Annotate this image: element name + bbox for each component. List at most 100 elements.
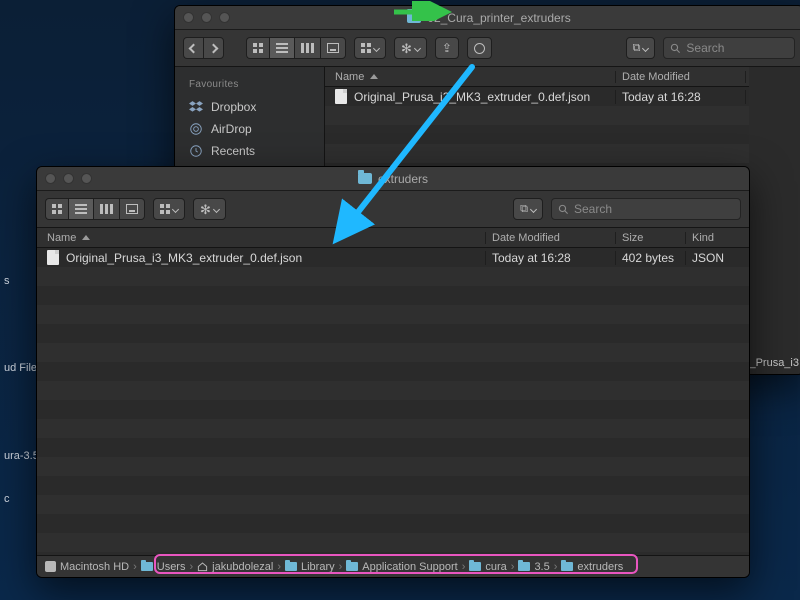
share-icon: ⇪ — [442, 42, 452, 54]
column-date[interactable]: Date Modified — [615, 71, 745, 83]
view-switcher[interactable] — [45, 198, 145, 220]
pathbar-crumb[interactable]: Users — [141, 561, 186, 573]
view-gallery-button[interactable] — [320, 37, 346, 59]
action-button[interactable]: ✻ — [193, 198, 226, 220]
dropbox-icon — [189, 100, 203, 114]
finder-window-destination: extruders ✻ ⧉ Search Name Date Modified … — [36, 166, 750, 578]
nav-buttons[interactable] — [183, 37, 224, 59]
search-placeholder: Search — [686, 41, 724, 55]
action-button[interactable]: ✻ — [394, 37, 427, 59]
sidebar-item-recents[interactable]: Recents — [175, 140, 324, 162]
column-date[interactable]: Date Modified — [485, 232, 615, 244]
pathbar-crumb[interactable]: jakubdolezal — [197, 561, 273, 573]
view-switcher[interactable] — [246, 37, 346, 59]
pathbar-crumb[interactable]: Application Support — [346, 561, 457, 573]
search-icon — [670, 43, 681, 54]
view-icon-button[interactable] — [45, 198, 68, 220]
sort-asc-icon — [370, 74, 378, 79]
folder-icon — [346, 562, 358, 571]
tags-button[interactable] — [467, 37, 492, 59]
zoom-icon[interactable] — [219, 12, 230, 23]
share-button[interactable]: ⇪ — [435, 37, 459, 59]
titlebar[interactable]: extruders — [37, 167, 749, 191]
column-name[interactable]: Name — [325, 71, 615, 83]
window-controls[interactable] — [183, 12, 230, 23]
folder-icon — [561, 562, 573, 571]
path-bar[interactable]: Macintosh HD › Users › jakubdolezal › Li… — [37, 555, 749, 577]
file-date: Today at 16:28 — [485, 251, 615, 265]
gear-icon: ✻ — [200, 203, 211, 216]
gear-icon: ✻ — [401, 42, 412, 55]
view-column-button[interactable] — [93, 198, 119, 220]
window-controls[interactable] — [45, 173, 92, 184]
tag-icon — [474, 43, 485, 54]
window-title: extruders — [378, 172, 428, 186]
table-row[interactable]: Original_Prusa_i3_MK3_extruder_0.def.jso… — [37, 248, 749, 267]
window-title: 02_Cura_printer_extruders — [427, 11, 570, 25]
folder-icon — [285, 562, 297, 571]
chevron-right-icon: › — [277, 561, 281, 573]
chevron-right-icon: › — [339, 561, 343, 573]
minimize-icon[interactable] — [201, 12, 212, 23]
folder-icon — [518, 562, 530, 571]
titlebar[interactable]: 02_Cura_printer_extruders — [175, 6, 800, 30]
column-kind[interactable]: Kind — [685, 232, 749, 244]
sidebar-item-airdrop[interactable]: AirDrop — [175, 118, 324, 140]
pathbar-crumb[interactable]: Library — [285, 561, 335, 573]
column-size[interactable]: Size — [615, 232, 685, 244]
chevron-right-icon: › — [462, 561, 466, 573]
zoom-icon[interactable] — [81, 173, 92, 184]
file-name: Original_Prusa_i3_MK3_extruder_0.def.jso… — [66, 251, 302, 265]
back-button[interactable] — [183, 37, 203, 59]
airdrop-icon — [189, 122, 203, 136]
view-column-button[interactable] — [294, 37, 320, 59]
folder-icon — [469, 562, 481, 571]
chevron-right-icon: › — [554, 561, 558, 573]
pathbar-crumb[interactable]: cura — [469, 561, 506, 573]
forward-button[interactable] — [203, 37, 224, 59]
minimize-icon[interactable] — [63, 173, 74, 184]
file-kind: JSON — [685, 251, 749, 265]
file-size: 402 bytes — [615, 251, 685, 265]
file-date: Today at 16:28 — [615, 90, 745, 104]
file-list: Original_Prusa_i3_MK3_extruder_0.def.jso… — [37, 248, 749, 555]
home-icon — [197, 561, 208, 572]
pathbar-crumb[interactable]: extruders — [561, 561, 623, 573]
file-name: Original_Prusa_i3_MK3_extruder_0.def.jso… — [354, 90, 590, 104]
desktop-frag: c — [0, 493, 10, 505]
view-icon-button[interactable] — [246, 37, 269, 59]
column-header-row[interactable]: Name Date Modified Size — [325, 67, 800, 87]
pathbar-crumb[interactable]: 3.5 — [518, 561, 549, 573]
column-name[interactable]: Name — [37, 232, 485, 244]
toolbar: ✻ ⇪ ⧉ Search — [175, 30, 800, 67]
sidebar-item-label: AirDrop — [211, 122, 252, 136]
table-row[interactable]: Original_Prusa_i3_MK3_extruder_0.def.jso… — [325, 87, 800, 106]
view-list-button[interactable] — [269, 37, 294, 59]
search-input[interactable]: Search — [551, 198, 741, 220]
peek-filename: _Prusa_i3 — [749, 357, 799, 369]
column-header-row[interactable]: Name Date Modified Size Kind — [37, 228, 749, 248]
view-gallery-button[interactable] — [119, 198, 145, 220]
dropbox-button[interactable]: ⧉ — [626, 37, 656, 59]
sidebar-heading: Favourites — [175, 75, 324, 96]
view-list-button[interactable] — [68, 198, 93, 220]
sidebar-item-label: Recents — [211, 144, 255, 158]
file-icon — [47, 250, 59, 265]
toolbar: ✻ ⧉ Search — [37, 191, 749, 228]
file-icon — [335, 89, 347, 104]
sort-asc-icon — [82, 235, 90, 240]
desktop-frag: s — [0, 275, 10, 287]
group-button[interactable] — [153, 198, 185, 220]
close-icon[interactable] — [183, 12, 194, 23]
dropbox-button[interactable]: ⧉ — [513, 198, 543, 220]
dropbox-icon: ⧉ — [633, 43, 641, 54]
sidebar-item-dropbox[interactable]: Dropbox — [175, 96, 324, 118]
folder-icon — [407, 12, 421, 23]
search-placeholder: Search — [574, 202, 612, 216]
search-input[interactable]: Search — [663, 37, 795, 59]
close-icon[interactable] — [45, 173, 56, 184]
back-window-peek: _Prusa_i3 — [749, 67, 800, 374]
pathbar-disk[interactable]: Macintosh HD — [45, 561, 129, 573]
clock-icon — [189, 144, 203, 158]
group-button[interactable] — [354, 37, 386, 59]
